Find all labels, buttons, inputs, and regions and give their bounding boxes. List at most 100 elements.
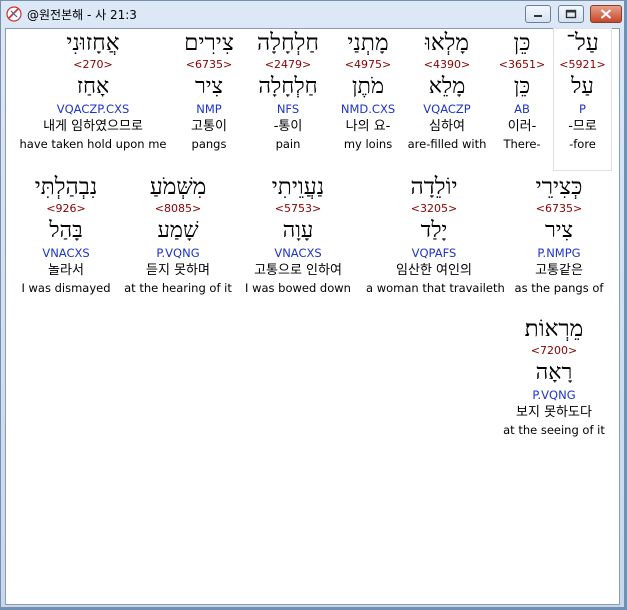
lemma: צִיר bbox=[194, 74, 224, 99]
app-logo-icon bbox=[6, 6, 22, 22]
korean-gloss: -므로 bbox=[568, 119, 597, 134]
maximize-icon bbox=[565, 9, 577, 19]
hebrew-word: מֵרְאוֹת׃ bbox=[524, 316, 584, 342]
hebrew-word: כְּצִירֵי bbox=[535, 174, 583, 200]
hebrew-word: יוֹלֵדָה bbox=[410, 174, 458, 200]
korean-gloss: 이러- bbox=[507, 119, 537, 134]
strong-number[interactable]: <6735> bbox=[172, 57, 246, 73]
interlinear-pane[interactable]: עַל־ <5921> עַל P -므로 -fore כֵּן <3651> … bbox=[5, 28, 620, 605]
hebrew-word: כֵּן bbox=[513, 30, 531, 56]
hebrew-word: אֲחָזוּנִי bbox=[66, 30, 120, 56]
english-gloss: There- bbox=[503, 137, 541, 151]
strong-number[interactable]: <2479> bbox=[246, 57, 330, 73]
english-gloss: pain bbox=[275, 137, 301, 151]
strong-number[interactable]: <5753> bbox=[242, 201, 354, 217]
lemma: בָּהַל bbox=[49, 218, 83, 243]
word-block[interactable]: כֵּן <3651> כֵּן AB 이러- There- bbox=[492, 29, 552, 152]
korean-gloss: 보지 못하도다 bbox=[516, 405, 592, 420]
korean-gloss: 심하여 bbox=[429, 119, 465, 134]
word-block[interactable]: צִירִים <6735> צִיר NMP 고통이 pangs bbox=[172, 29, 246, 152]
parsing-code[interactable]: P.NMPG bbox=[506, 245, 612, 261]
parsing-code[interactable]: VQACZP.CXS bbox=[16, 101, 170, 117]
word-block[interactable]: מָתְנַי <4975> מֹתֶן NMD.CXS 나의 요- my lo… bbox=[332, 29, 404, 152]
minimize-button[interactable] bbox=[525, 5, 551, 23]
word-block[interactable]: מֵרְאוֹת׃ <7200> רָאָה P.VQNG 보지 못하도다 at… bbox=[496, 315, 612, 438]
hebrew-word: מָתְנַי bbox=[347, 30, 389, 56]
parsing-code[interactable]: NMD.CXS bbox=[332, 101, 404, 117]
strong-number[interactable]: <926> bbox=[18, 201, 114, 217]
english-gloss: as the pangs of bbox=[514, 281, 604, 295]
korean-gloss: 임산한 여인의 bbox=[396, 263, 472, 278]
parsing-code[interactable]: AB bbox=[492, 101, 552, 117]
hebrew-word: צִירִים bbox=[184, 30, 234, 56]
strong-number[interactable]: <4390> bbox=[404, 57, 490, 73]
strong-number[interactable]: <6735> bbox=[506, 201, 612, 217]
word-block[interactable]: אֲחָזוּנִי <270> אָחַז VQACZP.CXS 내게 임하였… bbox=[16, 29, 170, 152]
strong-number[interactable]: <3651> bbox=[492, 57, 552, 73]
parsing-code[interactable]: VQACZP bbox=[404, 101, 490, 117]
word-block[interactable]: מִשְּׁמֹעַ <8085> שָׁמַע P.VQNG 듣지 못하며 a… bbox=[122, 173, 234, 296]
parsing-code[interactable]: VQPAFS bbox=[366, 245, 502, 261]
korean-gloss: 듣지 못하며 bbox=[146, 263, 210, 278]
minimize-icon bbox=[534, 15, 542, 17]
strong-number[interactable]: <3205> bbox=[366, 201, 502, 217]
korean-gloss: 내게 임하였으므로 bbox=[43, 119, 143, 134]
korean-gloss: -통이 bbox=[273, 119, 303, 134]
lemma: אָחַז bbox=[76, 74, 110, 99]
word-block[interactable]: יוֹלֵדָה <3205> יָלַד VQPAFS 임산한 여인의 a w… bbox=[366, 173, 505, 296]
hebrew-word: מָלְאוּ bbox=[424, 30, 470, 56]
english-gloss: my loins bbox=[343, 137, 393, 151]
parsing-code[interactable]: VNACXS bbox=[18, 245, 114, 261]
maximize-button[interactable] bbox=[558, 5, 584, 23]
parsing-code[interactable]: NMP bbox=[172, 101, 246, 117]
strong-number[interactable]: <7200> bbox=[496, 343, 612, 359]
english-gloss: pangs bbox=[191, 137, 227, 151]
word-block[interactable]: עַל־ <5921> עַל P -므로 -fore bbox=[554, 29, 611, 170]
korean-gloss: 고통으로 인하여 bbox=[254, 263, 342, 278]
english-gloss: I was dismayed bbox=[21, 281, 111, 295]
lemma: עַל bbox=[571, 74, 594, 99]
strong-number[interactable]: <4975> bbox=[332, 57, 404, 73]
english-gloss: at the seeing of it bbox=[503, 423, 605, 437]
word-block[interactable]: נַעֲוֵיתִי <5753> עָוָה VNACXS 고통으로 인하여 … bbox=[242, 173, 354, 296]
close-button[interactable] bbox=[590, 5, 622, 23]
lemma: כֵּן bbox=[513, 74, 531, 99]
app-window: @원전본해 - 사 21:3 עַל־ <5921> עַל P -므로 -fo… bbox=[0, 0, 625, 608]
lemma: רָאָה bbox=[535, 360, 573, 385]
parsing-code[interactable]: NFS bbox=[246, 101, 330, 117]
lemma: צִיר bbox=[544, 218, 574, 243]
word-block[interactable]: נִבְהַלְתִּי <926> בָּהַל VNACXS 놀라서 I w… bbox=[18, 173, 114, 296]
korean-gloss: 나의 요- bbox=[345, 119, 391, 134]
english-gloss: -fore bbox=[569, 137, 596, 151]
strong-number[interactable]: <270> bbox=[16, 57, 170, 73]
lemma: שָׁמַע bbox=[157, 218, 199, 243]
hebrew-word: חַלְחָלָה bbox=[257, 30, 319, 56]
hebrew-word: עַל־ bbox=[566, 30, 599, 56]
parsing-code[interactable]: VNACXS bbox=[242, 245, 354, 261]
hebrew-word: נַעֲוֵיתִי bbox=[271, 174, 325, 200]
korean-gloss: 고통이 bbox=[191, 119, 227, 134]
parsing-code[interactable]: P.VQNG bbox=[496, 387, 612, 403]
korean-gloss: 고통같은 bbox=[535, 263, 583, 278]
title-bar[interactable]: @원전본해 - 사 21:3 bbox=[1, 1, 624, 27]
lemma: מָלֵא bbox=[428, 74, 466, 99]
hebrew-word: נִבְהַלְתִּי bbox=[34, 174, 98, 200]
strong-number[interactable]: <8085> bbox=[122, 201, 234, 217]
english-gloss: have taken hold upon me bbox=[19, 137, 167, 151]
english-gloss: at the hearing of it bbox=[124, 281, 232, 295]
hebrew-word: מִשְּׁמֹעַ bbox=[149, 174, 207, 200]
word-block[interactable]: כְּצִירֵי <6735> צִיר P.NMPG 고통같은 as the… bbox=[506, 173, 612, 296]
close-icon bbox=[600, 9, 612, 19]
english-gloss: I was bowed down bbox=[245, 281, 351, 295]
parsing-code[interactable]: P.VQNG bbox=[122, 245, 234, 261]
word-block[interactable]: חַלְחָלָה <2479> חַלְחָלָה NFS -통이 pain bbox=[246, 29, 330, 152]
strong-number[interactable]: <5921> bbox=[554, 57, 611, 73]
lemma: עָוָה bbox=[282, 218, 314, 243]
lemma: יָלַד bbox=[420, 218, 448, 243]
word-block[interactable]: מָלְאוּ <4390> מָלֵא VQACZP 심하여 are-fill… bbox=[404, 29, 490, 152]
window-title: @원전본해 - 사 21:3 bbox=[27, 8, 137, 22]
english-gloss: a woman that travaileth bbox=[366, 281, 505, 295]
english-gloss: are-filled with bbox=[407, 137, 487, 151]
lemma: מֹתֶן bbox=[351, 74, 385, 99]
parsing-code[interactable]: P bbox=[554, 101, 611, 117]
